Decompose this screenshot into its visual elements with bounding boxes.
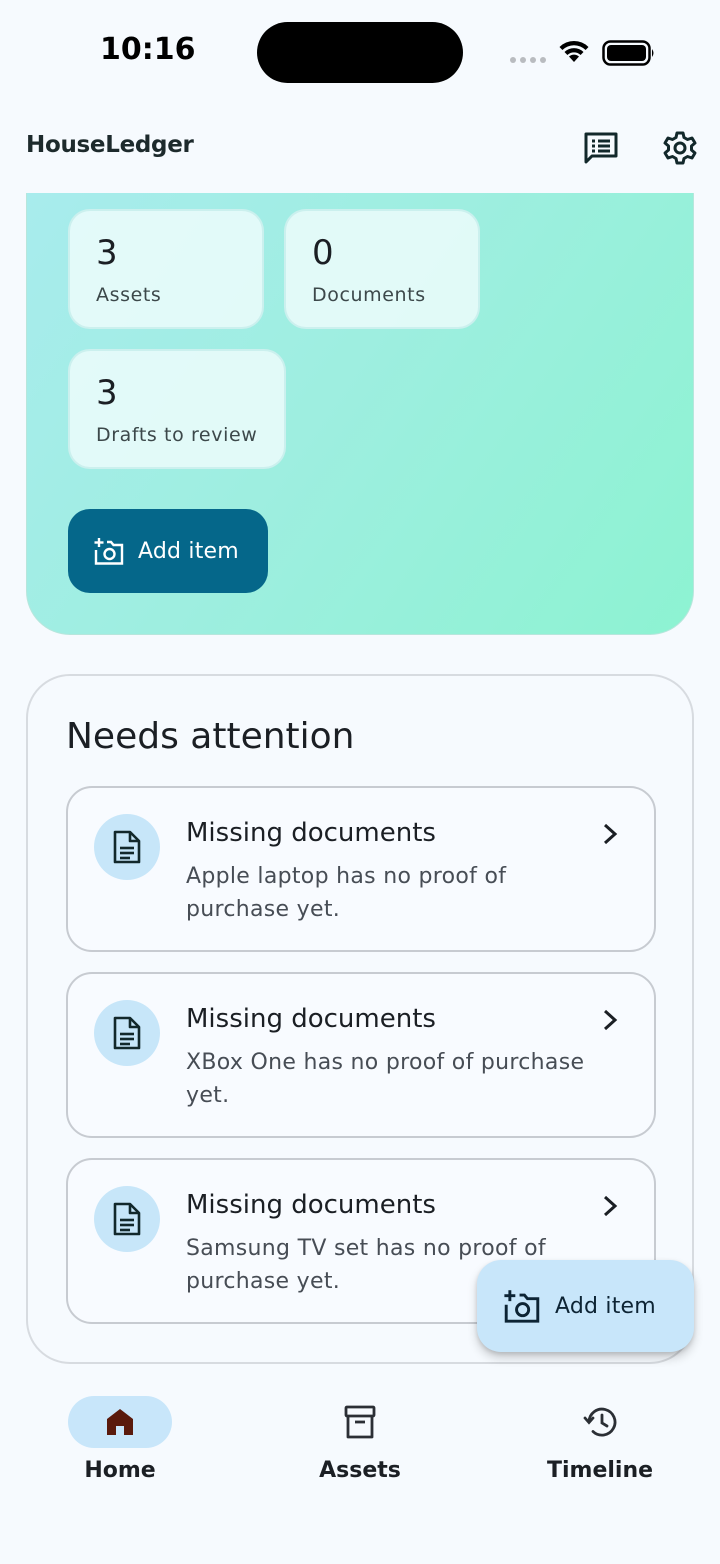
chevron-right-icon [603,1009,618,1031]
fab-label: Add item [555,1293,656,1319]
attention-item[interactable]: Missing documents XBox One has no proof … [66,972,656,1138]
archive-icon [344,1405,376,1439]
status-bar: 10:16 [0,0,720,100]
attention-item-subtitle: XBox One has no proof of purchase yet. [186,1050,585,1108]
add-photo-icon [94,538,124,565]
nav-indicator [68,1396,172,1448]
section-title: Needs attention [66,716,355,757]
summary-hero: 3 Assets 0 Documents 3 Drafts to review … [26,193,694,635]
nav-label: Home [84,1458,156,1483]
stat-card-documents[interactable]: 0 Documents [284,209,480,329]
battery-icon [602,40,654,66]
home-icon [107,1409,133,1435]
attention-item-subtitle: Apple laptop has no proof of purchase ye… [186,864,507,922]
stat-card-drafts[interactable]: 3 Drafts to review [68,349,286,469]
bottom-navigation: Home Assets Timeline [0,1380,720,1564]
app-header: HouseLedger [0,110,720,190]
stat-label: Documents [312,284,426,306]
status-time: 10:16 [100,32,196,67]
attention-item-title: Missing documents [186,818,436,848]
stat-label: Drafts to review [96,424,258,446]
dynamic-island [257,22,463,83]
document-icon [94,1186,160,1252]
add-item-fab[interactable]: Add item [477,1260,694,1352]
attention-item-title: Missing documents [186,1190,436,1220]
stat-value: 3 [96,373,118,413]
app-title: HouseLedger [26,132,194,158]
stat-value: 0 [312,233,334,273]
add-item-button[interactable]: Add item [68,509,268,593]
attention-item[interactable]: Missing documents Apple laptop has no pr… [66,786,656,952]
chevron-right-icon [603,823,618,845]
stat-value: 3 [96,233,118,273]
chevron-right-icon [603,1195,618,1217]
document-icon [94,1000,160,1066]
nav-indicator [308,1396,412,1448]
feedback-icon[interactable] [581,128,621,168]
attention-item-title: Missing documents [186,1004,436,1034]
nav-item-home[interactable]: Home [40,1396,200,1506]
stat-label: Assets [96,284,162,306]
cellular-signal-icon [510,57,546,63]
add-item-label: Add item [138,538,239,564]
add-photo-icon [504,1290,540,1323]
nav-label: Assets [319,1458,401,1483]
nav-item-timeline[interactable]: Timeline [520,1396,680,1506]
nav-indicator [548,1396,652,1448]
history-icon [583,1407,617,1437]
document-icon [94,814,160,880]
nav-label: Timeline [546,1458,654,1483]
wifi-icon [559,40,589,62]
nav-item-assets[interactable]: Assets [280,1396,440,1506]
stat-card-assets[interactable]: 3 Assets [68,209,264,329]
gear-icon[interactable] [660,128,700,168]
